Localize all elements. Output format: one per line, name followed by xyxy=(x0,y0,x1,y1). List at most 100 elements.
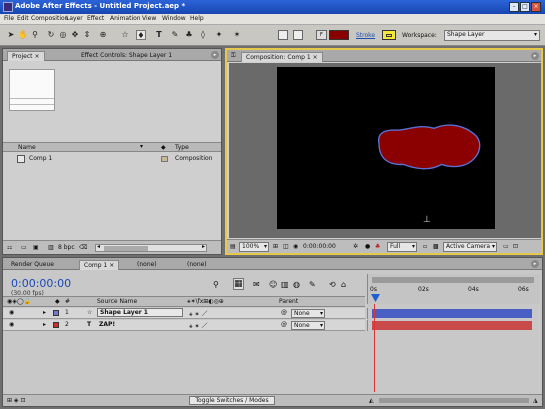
current-time-indicator[interactable] xyxy=(371,294,380,302)
menu-effect[interactable]: Effect xyxy=(87,15,104,22)
close-icon[interactable]: × xyxy=(35,53,40,60)
graph-editor-icon[interactable]: ⟲ xyxy=(329,280,336,289)
tab-composition[interactable]: Composition: Comp 1 × xyxy=(241,52,323,62)
shape-options-icon[interactable] xyxy=(278,30,288,40)
zoom-in-icon[interactable]: ◮ xyxy=(533,397,538,404)
camera-snapshot-icon[interactable]: ◉ xyxy=(293,243,298,250)
rotate-icon[interactable]: ↻ xyxy=(46,30,56,40)
pen-icon[interactable]: ♦ xyxy=(136,30,146,40)
close-icon[interactable]: × xyxy=(313,54,318,61)
shy-layers-icon[interactable]: ☺ xyxy=(269,280,277,289)
minimize-icon[interactable]: – xyxy=(509,2,519,12)
new-composition-icon[interactable]: ▣ xyxy=(33,244,39,251)
column-source-name[interactable]: Source Name xyxy=(97,298,137,305)
layer-name[interactable]: ZAP! xyxy=(99,321,115,328)
twirl-arrow-icon[interactable]: ▸ xyxy=(43,321,46,328)
hand-icon[interactable]: ✋ xyxy=(18,30,28,40)
layer-switches[interactable]: ⚹ ✶ ／ xyxy=(189,309,207,319)
preview-icon[interactable]: ▤ xyxy=(230,243,236,250)
text-icon[interactable]: T xyxy=(154,30,164,40)
new-folder-icon[interactable]: ▭ xyxy=(21,244,27,251)
comp-mini-flowchart-icon[interactable]: ▦ xyxy=(233,278,244,290)
panel-menu-icon[interactable]: ▸ xyxy=(531,52,539,60)
comp-timecode[interactable]: 0:00:00:00 xyxy=(303,243,336,250)
view-dropdown[interactable]: Active Camera ▾ xyxy=(443,242,497,252)
tab-none-1[interactable]: (none) xyxy=(133,260,161,270)
menu-window[interactable]: Window xyxy=(162,15,186,22)
menu-help[interactable]: Help xyxy=(190,15,204,22)
panel-menu-icon[interactable]: ▸ xyxy=(531,260,539,268)
work-area-bar[interactable] xyxy=(372,277,534,283)
bpc-label[interactable]: 8 bpc xyxy=(58,244,75,251)
parent-dropdown[interactable]: None ▾ xyxy=(291,309,325,318)
eye-icon[interactable]: ◉ xyxy=(9,321,14,328)
zoom-icon[interactable]: ⚲ xyxy=(30,30,40,40)
stroke-label[interactable]: Stroke xyxy=(356,32,375,39)
parent-pickwhip-icon[interactable]: @ xyxy=(281,309,287,316)
auto-keyframe-icon[interactable]: ⌂ xyxy=(341,280,346,289)
column-name[interactable]: Name xyxy=(18,144,36,151)
shape-layer-graphic[interactable] xyxy=(277,67,495,229)
toggle-switches-modes-button[interactable]: Toggle Switches / Modes xyxy=(189,396,275,405)
brainstorm-icon[interactable]: ✎ xyxy=(309,280,316,289)
layer-label-color[interactable] xyxy=(53,322,59,328)
selection-icon[interactable]: ➤ xyxy=(6,30,16,40)
panel-menu-icon[interactable]: ▸ xyxy=(211,51,219,59)
motion-blur-icon[interactable]: ◍ xyxy=(293,280,300,289)
tab-effect-controls[interactable]: Effect Controls: Shape Layer 1 xyxy=(77,51,176,61)
tab-project[interactable]: Project × xyxy=(7,51,45,61)
toggle-pixel-aspect-icon[interactable]: ⊡ xyxy=(513,243,518,250)
lock-icon[interactable]: ⚿ xyxy=(231,52,236,60)
eye-icon[interactable]: ◉ xyxy=(9,309,14,316)
region-of-interest-icon[interactable]: ▫ xyxy=(423,243,427,250)
timeline-timecode[interactable]: 0:00:00:00 xyxy=(11,277,71,290)
layer-label-color[interactable] xyxy=(53,310,59,316)
sort-chevron-icon[interactable]: ▾ xyxy=(140,143,143,150)
menu-layer[interactable]: Layer xyxy=(66,15,83,22)
maximize-icon[interactable]: □ xyxy=(520,2,530,12)
fill-color-swatch[interactable] xyxy=(329,30,349,40)
close-icon[interactable]: × xyxy=(531,2,541,12)
workspace-dropdown[interactable]: Shape Layer ▾ xyxy=(444,30,540,41)
rectangle-mask-icon[interactable]: ☆ xyxy=(120,30,130,40)
pan-behind-icon[interactable]: ⊕ xyxy=(98,30,108,40)
magnification-dropdown[interactable]: 100% ▾ xyxy=(239,242,269,252)
tab-render-queue[interactable]: Render Queue xyxy=(7,260,58,270)
layer-duration-bar[interactable] xyxy=(372,309,532,318)
column-type[interactable]: Type xyxy=(175,144,189,151)
menu-edit[interactable]: Edit xyxy=(17,15,29,22)
eraser-icon[interactable]: ◊ xyxy=(198,30,208,40)
close-icon[interactable]: × xyxy=(109,262,114,269)
menu-view[interactable]: View xyxy=(142,15,156,22)
track-z-icon[interactable]: ⇕ xyxy=(82,30,92,40)
snapshot-icon[interactable]: ✲ xyxy=(353,243,358,250)
interpret-footage-icon[interactable]: ⚏ xyxy=(7,244,12,251)
tab-comp-1[interactable]: Comp 1 × xyxy=(79,260,120,270)
project-item-row[interactable]: Comp 1 Composition xyxy=(3,154,221,164)
horizontal-scrollbar[interactable]: ◂ ▸ xyxy=(95,243,207,252)
label-column-icon[interactable]: ◆ xyxy=(161,144,166,151)
views-layout-icon[interactable]: ▭ xyxy=(503,243,509,250)
menu-composition[interactable]: Composition xyxy=(31,15,68,22)
puppet-icon[interactable]: ✶ xyxy=(232,30,242,40)
layer-switches[interactable]: ⚹ ✶ ／ xyxy=(189,321,207,331)
column-parent[interactable]: Parent xyxy=(279,298,298,305)
parent-pickwhip-icon[interactable]: @ xyxy=(281,321,287,328)
twirl-arrow-icon[interactable]: ▸ xyxy=(43,309,46,316)
transparency-grid-icon[interactable]: ▩ xyxy=(433,243,439,250)
layer-row[interactable]: ◉ ▸ 2 T ZAP! ⚹ ✶ ／ @ None ▾ xyxy=(3,320,365,331)
bit-depth-icon[interactable]: ▥ xyxy=(48,244,54,251)
expand-layer-switches-icon[interactable]: ⊞ ◈ ⊡ xyxy=(7,397,25,404)
clone-stamp-icon[interactable]: ♣ xyxy=(184,30,194,40)
show-channel-icon[interactable]: ● xyxy=(365,243,370,250)
composition-viewer[interactable]: ⊥ xyxy=(229,63,541,238)
grid-icon[interactable]: ⊞ xyxy=(273,243,278,250)
trash-icon[interactable]: ⌫ xyxy=(79,244,87,251)
parent-dropdown[interactable]: None ▾ xyxy=(291,321,325,330)
resolution-dropdown[interactable]: Full ▾ xyxy=(387,242,417,252)
zoom-out-icon[interactable]: ◭ xyxy=(369,397,374,404)
switches-icons[interactable]: ⚹✶\fx⊞◐◎⊕ xyxy=(187,298,224,306)
orbit-camera-icon[interactable]: ◎ xyxy=(58,30,68,40)
label-column-icon[interactable]: ◆ xyxy=(55,298,60,305)
mask-visibility-icon[interactable]: ◫ xyxy=(283,243,289,250)
